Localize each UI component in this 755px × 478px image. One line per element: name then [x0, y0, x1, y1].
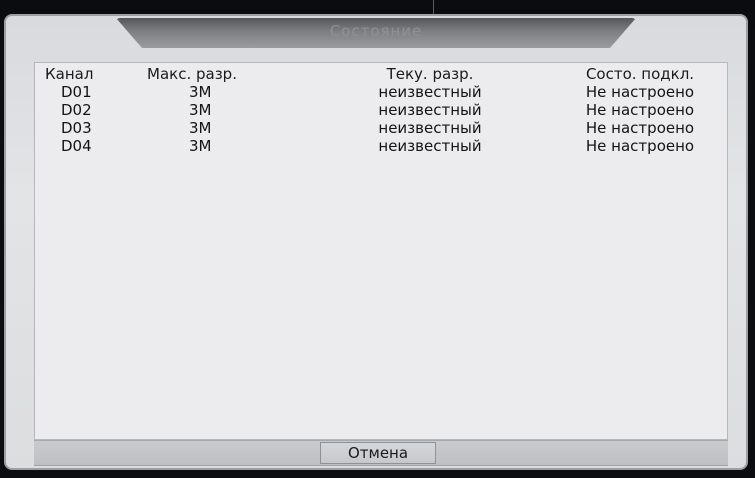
dialog-footer: Отмена [34, 440, 728, 466]
header-current-resolution: Теку. разр. [386, 65, 474, 83]
cell-max-resolution: 3M [189, 119, 212, 137]
dialog-title: Состояние [329, 22, 423, 40]
cell-current-resolution: неизвестный [378, 83, 482, 101]
header-max-resolution: Макс. разр. [147, 65, 237, 83]
cell-connection-status: Не настроено [585, 83, 695, 101]
cell-current-resolution: неизвестный [378, 137, 482, 155]
cancel-button[interactable]: Отмена [320, 442, 436, 464]
cell-current-resolution: неизвестный [378, 101, 482, 119]
table-row[interactable]: D04 3M неизвестный Не настроено [35, 137, 727, 155]
cell-channel: D01 [61, 83, 92, 101]
cell-channel: D04 [61, 137, 92, 155]
table-row[interactable]: D03 3M неизвестный Не настроено [35, 119, 727, 137]
cell-channel: D02 [61, 101, 92, 119]
cell-max-resolution: 3M [189, 137, 212, 155]
table-header-row: Канал Макс. разр. Теку. разр. Состо. под… [35, 65, 727, 83]
header-channel: Канал [45, 65, 94, 83]
cell-connection-status: Не настроено [585, 101, 695, 119]
table-row[interactable]: D01 3M неизвестный Не настроено [35, 83, 727, 101]
cell-connection-status: Не настроено [585, 119, 695, 137]
screen-top-marker [433, 0, 434, 14]
cell-current-resolution: неизвестный [378, 119, 482, 137]
header-connection-status: Состо. подкл. [585, 65, 695, 83]
cell-channel: D03 [61, 119, 92, 137]
cell-max-resolution: 3M [189, 101, 212, 119]
dialog-title-tab: Состояние [116, 18, 636, 48]
cell-max-resolution: 3M [189, 83, 212, 101]
status-table: Канал Макс. разр. Теку. разр. Состо. под… [34, 62, 728, 440]
status-dialog: Состояние Канал Макс. разр. Теку. разр. … [4, 14, 748, 470]
table-row[interactable]: D02 3M неизвестный Не настроено [35, 101, 727, 119]
cell-connection-status: Не настроено [585, 137, 695, 155]
